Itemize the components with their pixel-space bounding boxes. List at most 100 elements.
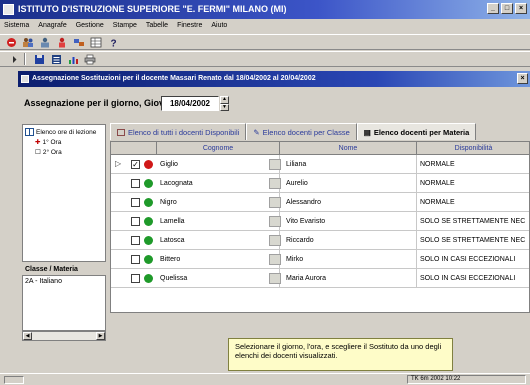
app-icon [3,4,14,15]
date-field[interactable]: 18/04/2002 [161,96,219,111]
availability-status-icon [144,236,153,245]
secondary-toolbar [0,51,530,67]
tree-root-label: Elenco ore di lezione [36,128,97,136]
arrow-icon[interactable] [4,53,18,66]
child-window-title: Assegnazione Sostituzioni per il docente… [32,75,316,82]
tree-root[interactable]: Elenco ore di lezione [25,127,103,137]
select-checkbox[interactable]: ✓ [131,160,140,169]
tree-item-hour-1[interactable]: ✚ 1° Ora [25,137,103,147]
menu-tabelle[interactable]: Tabelle [146,19,168,33]
details-button[interactable] [269,159,281,170]
menu-stampe[interactable]: Stampe [113,19,137,33]
list-icon[interactable] [49,53,63,66]
details-button[interactable] [269,273,281,284]
assign-day-label: Assegnazione per il giorno, Giovedì [24,98,178,108]
column-header-nome[interactable]: Nome [280,142,417,155]
details-button[interactable] [269,254,281,265]
cell-cognome: Quelissa [157,269,280,288]
tree-item-hour-2[interactable]: ☐ 2° Ora [25,147,103,157]
menu-anagrafe[interactable]: Anagrafe [38,19,66,33]
maximize-button[interactable]: □ [501,3,513,14]
tab-teachers-by-subject[interactable]: ▤ Elenco docenti per Materia [356,123,477,140]
cell-nome: Alessandro [283,193,417,212]
classe-materia-header: Classe / Materia [22,264,106,275]
horizontal-scrollbar[interactable]: ◀ ▶ [22,331,106,341]
scroll-left-icon[interactable]: ◀ [23,332,32,340]
close-button[interactable]: × [515,3,527,14]
child-window-body: Assegnazione per il giorno, Giovedì 18/0… [18,87,530,373]
people-icon[interactable] [21,36,35,49]
details-button[interactable] [269,197,281,208]
scroll-right-icon[interactable]: ▶ [96,332,105,340]
cell-cognome: Giglio [157,155,280,174]
spin-down-icon[interactable]: ▼ [220,103,229,111]
child-close-button[interactable]: × [517,73,528,84]
cell-cognome: Nigro [157,193,280,212]
spin-up-icon[interactable]: ▲ [220,96,229,104]
details-button[interactable] [269,178,281,189]
menu-sistema[interactable]: Sistema [4,19,29,33]
availability-status-icon [144,217,153,226]
table-row[interactable]: Nigro Alessandro NORMALE [111,193,529,212]
availability-status-icon [144,274,153,283]
cell-disponibilita: SOLO IN CASI ECCEZIONALI [420,275,516,282]
details-button[interactable] [269,216,281,227]
table-row[interactable]: Bittero Mirko SOLO IN CASI ECCEZIONALI [111,250,529,269]
select-checkbox[interactable] [131,217,140,226]
table-row[interactable]: Lacognata Aurelio NORMALE [111,174,529,193]
column-header-disponibilita[interactable]: Disponibilità [417,142,529,155]
instruction-note: Selezionare il giorno, l'ora, e sceglier… [228,338,453,371]
row-header-column [111,142,157,155]
exit-icon[interactable] [4,36,18,49]
date-spinner[interactable]: ▲ ▼ [220,96,229,111]
cell-nome: Mirko [283,250,417,269]
cell-disponibilita: SOLO SE STRETTAMENTE NEC [420,237,526,244]
child-window-title-bar: Assegnazione Sostituzioni per il docente… [18,71,530,87]
minimize-button[interactable]: _ [487,3,499,14]
lesson-hours-tree: Elenco ore di lezione ✚ 1° Ora ☐ 2° Ora [22,124,106,262]
tab-teachers-by-class[interactable]: ✎ Elenco docenti per Classe [246,123,357,140]
select-checkbox[interactable] [131,179,140,188]
table-row[interactable]: Lamella Vito Evaristo SOLO SE STRETTAMENTE… [111,212,529,231]
column-header-cognome[interactable]: Cognome [157,142,280,155]
menu-finestre[interactable]: Finestre [177,19,202,33]
table-row[interactable]: Quelissa Maria Aurora SOLO IN CASI ECCEZIO… [111,269,529,288]
person-icon[interactable] [55,36,69,49]
availability-status-icon [144,198,153,207]
mdi-background [0,71,18,373]
book-icon [25,128,34,136]
child-window-icon [21,75,29,83]
classe-materia-item[interactable]: 2A - Italiano [25,278,103,285]
details-button[interactable] [269,235,281,246]
availability-status-icon [144,255,153,264]
cell-nome: Riccardo [283,231,417,250]
availability-status-icon [144,160,153,169]
select-checkbox[interactable] [131,236,140,245]
status-bar: TK 6m 2002 10:22 [0,373,530,385]
select-checkbox[interactable] [131,255,140,264]
cell-disponibilita: NORMALE [420,161,455,168]
cell-nome: Maria Aurora [283,269,417,288]
menu-gestione[interactable]: Gestione [76,19,104,33]
current-row-icon: ▷ [115,159,122,168]
help-icon[interactable]: ? [106,36,120,49]
table-row[interactable]: ▷ ✓ Giglio Liliana NORMALE [111,155,529,174]
table-row[interactable]: Latosca Riccardo SOLO SE STRETTAMENTE NEC [111,231,529,250]
select-checkbox[interactable] [131,274,140,283]
chart-icon[interactable] [66,53,80,66]
print-icon[interactable] [83,53,97,66]
classe-materia-list[interactable]: 2A - Italiano [22,275,106,331]
transfer-icon[interactable] [72,36,86,49]
app-title: ISTITUTO D'ISTRUZIONE SUPERIORE "E. FERM… [18,4,287,14]
cell-cognome: Bittero [157,250,280,269]
tab-all-teachers[interactable]: Elenco di tutti i docenti Disponibili [110,123,247,140]
select-checkbox[interactable] [131,198,140,207]
main-toolbar: ? [0,34,530,50]
save-icon[interactable] [32,53,46,66]
cell-disponibilita: NORMALE [420,199,455,206]
group-icon[interactable] [38,36,52,49]
teachers-table: Cognome Nome Disponibilità ▷ ✓ Giglio Lilia… [110,141,530,313]
cell-cognome: Latosca [157,231,280,250]
menu-aiuto[interactable]: Aiuto [211,19,227,33]
table-icon[interactable] [89,36,103,49]
